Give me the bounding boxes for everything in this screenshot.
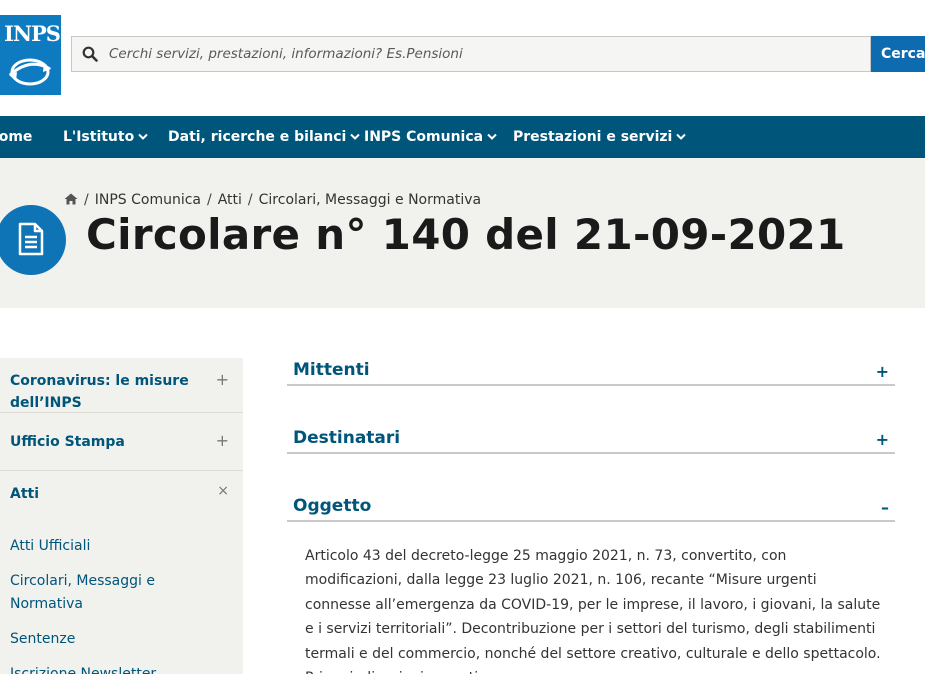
search-icon <box>82 46 98 62</box>
title-band: / INPS Comunica / Atti / Circolari, Messaggi … <box>0 158 925 308</box>
page-title: Circolare n° 140 del 21-09-2021 <box>86 210 846 259</box>
expand-icon[interactable]: + <box>216 370 229 389</box>
search-bar <box>71 36 871 72</box>
sidebar-link-sentenze[interactable]: Sentenze <box>0 628 243 651</box>
breadcrumb-item[interactable]: Circolari, Messaggi e Normativa <box>259 192 481 208</box>
nav-label: Home <box>0 129 33 145</box>
accordion-destinatari[interactable]: Destinatari + <box>287 426 895 454</box>
search-button[interactable]: Cerca <box>871 36 925 72</box>
chevron-down-icon <box>676 133 687 140</box>
breadcrumb-item[interactable]: INPS Comunica <box>95 192 201 208</box>
accordion-title: Mittenti <box>293 360 370 380</box>
accordion-title: Oggetto <box>293 496 372 516</box>
sidebar-item-atti[interactable]: Atti × <box>0 471 243 513</box>
expand-icon[interactable]: + <box>876 430 889 449</box>
sidebar-item-label: Ufficio Stampa <box>10 434 125 450</box>
sidebar-item-ufficio-stampa[interactable]: Ufficio Stampa + <box>0 413 243 471</box>
oggetto-text: Articolo 43 del decreto-legge 25 maggio … <box>305 548 881 674</box>
sidebar-item-label: Coronavirus: le misure dell’INPS <box>10 373 189 411</box>
nav-item-comunica[interactable]: INPS Comunica <box>364 116 497 158</box>
nav-item-home[interactable]: Home <box>0 116 32 158</box>
sidebar-item-label: Atti <box>10 486 40 502</box>
nav-item-istituto[interactable]: L'Istituto <box>63 116 148 158</box>
document-icon <box>18 222 44 256</box>
main-nav: Home L'Istituto Dati, ricerche e bilanci… <box>0 116 925 158</box>
breadcrumb-separator: / <box>247 192 253 208</box>
chevron-down-icon <box>350 133 361 140</box>
expand-icon[interactable]: + <box>876 362 889 381</box>
logo-swirl-icon <box>8 58 51 86</box>
nav-item-prestazioni[interactable]: Prestazioni e servizi <box>513 116 687 158</box>
collapse-icon[interactable]: × <box>217 483 229 499</box>
sidebar-link-newsletter[interactable]: Iscrizione Newsletter <box>0 663 243 674</box>
nav-item-dati[interactable]: Dati, ricerche e bilanci <box>168 116 361 158</box>
search-input[interactable] <box>109 37 849 71</box>
chevron-down-icon <box>138 133 148 140</box>
nav-label: Prestazioni e servizi <box>513 129 673 145</box>
accordion-oggetto[interactable]: Oggetto – <box>287 494 895 522</box>
document-badge <box>0 205 66 275</box>
nav-label: L'Istituto <box>63 129 135 145</box>
breadcrumb-separator: / <box>207 192 212 208</box>
accordion-mittenti[interactable]: Mittenti + <box>287 358 895 386</box>
inps-logo[interactable]: INPS <box>0 15 61 95</box>
expand-icon[interactable]: + <box>216 431 229 450</box>
breadcrumb: / INPS Comunica / Atti / Circolari, Messaggi … <box>64 192 481 208</box>
sidebar-sublinks: Atti Ufficiali Circolari, Messaggi e Nor… <box>0 513 243 674</box>
nav-label: Dati, ricerche e bilanci <box>168 129 347 145</box>
chevron-down-icon <box>487 133 497 140</box>
sidebar-link-circolari[interactable]: Circolari, Messaggi e Normativa <box>0 570 170 616</box>
sidebar: Coronavirus: le misure dell’INPS + Uffic… <box>0 358 243 674</box>
home-icon[interactable] <box>64 193 78 205</box>
nav-label: INPS Comunica <box>364 129 484 145</box>
breadcrumb-separator: / <box>84 192 89 208</box>
accordion-title: Destinatari <box>293 428 401 448</box>
sidebar-item-coronavirus[interactable]: Coronavirus: le misure dell’INPS + <box>0 358 243 413</box>
breadcrumb-item[interactable]: Atti <box>218 192 242 208</box>
sidebar-link-atti-ufficiali[interactable]: Atti Ufficiali <box>0 535 243 558</box>
logo-text: INPS <box>4 21 61 46</box>
collapse-icon[interactable]: – <box>881 498 889 517</box>
